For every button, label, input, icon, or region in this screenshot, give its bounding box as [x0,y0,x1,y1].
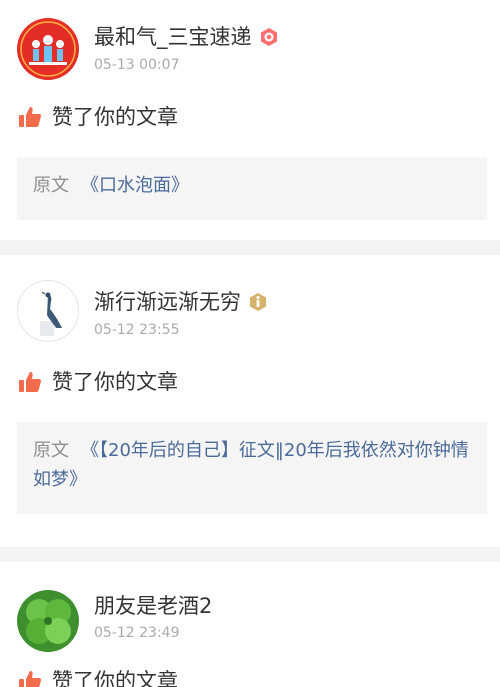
timestamp: 05-13 00:07 [94,57,180,73]
separator [0,547,500,562]
notification-item: 渐行渐远渐无穷 05-12 23:55 赞了你的文章 原文 《【20年后的自己】征… [0,255,500,547]
gold-hexagon-badge-icon [248,292,268,312]
username[interactable]: 朋友是老酒2 [94,592,212,620]
action-row: 赞了你的文章 [18,667,178,687]
action-text: 赞了你的文章 [52,105,178,129]
username-text[interactable]: 最和气_三宝速递 [94,23,252,51]
avatar[interactable] [17,280,79,342]
article-link[interactable]: 《【20年后的自己】征文‖20年后我依然对你钟情如梦》 [33,440,469,490]
orange-hexagon-badge-icon [259,27,279,47]
separator [0,240,500,255]
article-link[interactable]: 《口水泡面》 [81,175,189,196]
timestamp: 05-12 23:49 [94,625,180,641]
notification-feed: 最和气_三宝速递 05-13 00:07 赞了你的文章 原文 《口水泡面》 渐行… [0,0,500,687]
avatar-image [17,18,79,80]
notification-item: 最和气_三宝速递 05-13 00:07 赞了你的文章 原文 《口水泡面》 [0,0,500,240]
action-row: 赞了你的文章 [18,368,178,396]
referenced-article[interactable]: 原文 《【20年后的自己】征文‖20年后我依然对你钟情如梦》 [17,422,487,514]
notification-item: 朋友是老酒2 05-12 23:49 赞了你的文章 [0,562,500,687]
ref-prefix: 原文 [33,440,69,461]
username[interactable]: 最和气_三宝速递 [94,23,279,51]
ref-prefix: 原文 [33,175,69,196]
avatar-image [17,590,79,652]
action-text: 赞了你的文章 [52,370,178,394]
action-text: 赞了你的文章 [52,669,178,687]
thumbs-up-icon [18,370,42,394]
avatar-image [18,281,78,341]
username[interactable]: 渐行渐远渐无穷 [94,288,268,316]
thumbs-up-icon [18,105,42,129]
avatar[interactable] [17,590,79,652]
timestamp: 05-12 23:55 [94,322,180,338]
action-row: 赞了你的文章 [18,103,178,131]
referenced-article[interactable]: 原文 《口水泡面》 [17,157,487,220]
username-text[interactable]: 朋友是老酒2 [94,592,212,620]
avatar[interactable] [17,18,79,80]
username-text[interactable]: 渐行渐远渐无穷 [94,288,241,316]
thumbs-up-icon [18,669,42,687]
